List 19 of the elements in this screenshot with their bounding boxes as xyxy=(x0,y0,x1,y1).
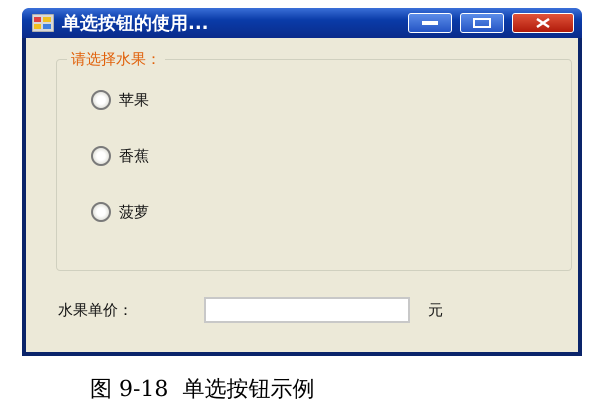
price-label: 水果单价： xyxy=(58,300,134,320)
app-icon xyxy=(32,14,54,32)
radio-label: 菠萝 xyxy=(119,202,149,222)
minimize-button[interactable] xyxy=(408,13,452,33)
group-legend: 请选择水果： xyxy=(67,50,165,69)
unit-label: 元 xyxy=(428,300,443,320)
radio-label: 香蕉 xyxy=(119,146,149,166)
minimize-icon xyxy=(422,21,438,25)
window-title: 单选按钮的使用... xyxy=(62,12,210,35)
maximize-button[interactable] xyxy=(460,13,504,33)
radio-button[interactable] xyxy=(91,202,111,222)
radio-label: 苹果 xyxy=(119,90,149,110)
close-icon xyxy=(536,18,550,28)
price-field[interactable] xyxy=(204,297,410,323)
radio-button[interactable] xyxy=(91,90,111,110)
maximize-icon xyxy=(473,18,491,28)
radio-button[interactable] xyxy=(91,146,111,166)
figure-caption: 图 9-18 单选按钮示例 xyxy=(90,376,314,404)
close-button[interactable] xyxy=(512,13,574,33)
